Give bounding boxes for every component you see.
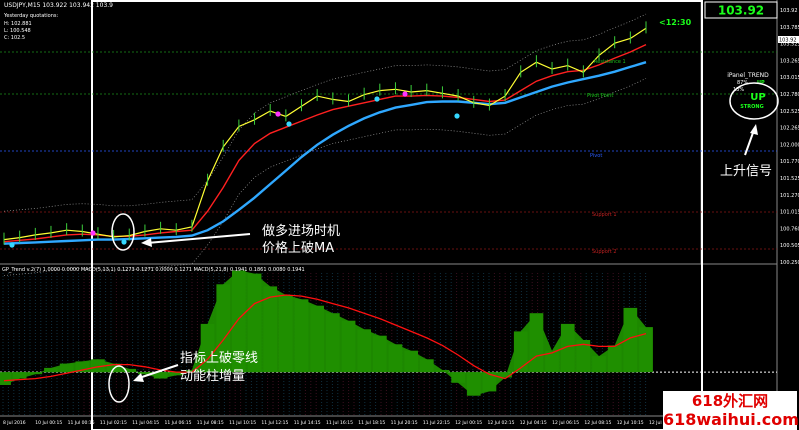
macd-bar [310, 305, 324, 373]
time-tick-label: 11 Jul 02:15 [100, 420, 127, 426]
price-tick-label: 103.265 [780, 58, 799, 64]
signal-dot [121, 239, 127, 245]
support2-label: Support 2 [592, 249, 617, 255]
macd-bar [607, 345, 622, 373]
pivot-label: Pivot [590, 153, 602, 159]
price-tick-label: 101.770 [780, 159, 799, 165]
macd-bar [279, 295, 293, 373]
time-tick-label: 11 Jul 10:15 [229, 420, 256, 426]
indicator-header: GP_Trend v.2(7) 1.0000 0.0000 MACD(5,13,… [2, 267, 305, 273]
macd-bar [592, 356, 606, 373]
time-tick-label: 11 Jul 14:15 [294, 420, 321, 426]
signal-dot [275, 111, 281, 117]
price-tick-label: 100.760 [780, 226, 799, 232]
yesterday-close: C: 102.5 [4, 35, 25, 41]
ipanel-strength: STRONG [740, 104, 763, 110]
signal-dot [90, 230, 96, 236]
time-tick-label: 12 Jul 04:15 [520, 420, 547, 426]
time-tick-label: 10 Jul 00:15 [35, 420, 62, 426]
rise-signal-label: 上升信号 [720, 164, 772, 179]
time-tick-label: 11 Jul 08:15 [197, 420, 224, 426]
indicator-label-2: 动能柱增量 [180, 369, 245, 384]
macd-bar [529, 313, 544, 373]
macd-bar [326, 313, 340, 373]
ipanel-up-signal: UP [750, 92, 765, 103]
time-tick-label: 11 Jul 16:15 [326, 420, 353, 426]
signal-dot [402, 91, 408, 97]
time-tick-label: 11 Jul 04:15 [132, 420, 159, 426]
price-marker-label: 103.92 [779, 38, 797, 44]
signal-dot [374, 96, 380, 102]
bar-countdown: <12:30 [659, 18, 692, 27]
price-tick-label: 103.015 [780, 75, 799, 81]
price-tick-label: 102.780 [780, 92, 799, 98]
resistance1-label: Resistance 1 [594, 59, 626, 65]
time-tick-label: 12 Jul 02:15 [488, 420, 515, 426]
time-tick-label: 11 Jul 12:15 [261, 420, 288, 426]
yesterday-low: L: 100.548 [4, 28, 31, 34]
macd-bar [404, 350, 418, 373]
watermark-line1: 618外汇网 [663, 391, 797, 411]
macd-bar [388, 344, 403, 373]
price-tick-label: 101.525 [780, 176, 799, 182]
yesterday-label: Yesterday quotations: [3, 13, 58, 19]
macd-bar [466, 372, 481, 396]
price-tick-label: 102.000 [780, 142, 799, 148]
support1-label: Support 1 [592, 212, 617, 218]
macd-bar [44, 367, 58, 373]
time-tick-label: 12 Jul 06:15 [552, 420, 579, 426]
entry-label-1: 做多进场时机 [262, 223, 340, 239]
macd-bar [28, 372, 43, 375]
macd-bar [341, 320, 356, 373]
macd-bar [12, 372, 27, 379]
macd-bar [59, 363, 74, 373]
chart-canvas: 103.92103.785103.525103.265103.015102.78… [0, 0, 799, 430]
signal-dot [286, 121, 292, 127]
time-tick-label: 12 Jul 10:15 [617, 420, 644, 426]
macd-bar [435, 370, 450, 373]
price-tick-label: 103.92 [780, 8, 798, 14]
signal-dot [454, 113, 460, 119]
yesterday-high: H: 102.881 [4, 21, 32, 27]
macd-bar [373, 335, 387, 373]
current-price: 103.92 [718, 4, 764, 18]
time-tick-label: 12 Jul 08:15 [584, 420, 611, 426]
time-tick-label: 11 Jul 06:15 [165, 420, 192, 426]
macd-bar [357, 329, 371, 373]
time-tick-label: 11 Jul 20:15 [391, 420, 418, 426]
indicator-label-1: 指标上破零线 [180, 351, 258, 366]
time-tick-label: 11 Jul 18:15 [358, 420, 385, 426]
watermark-line2: 618waihui.com [663, 409, 799, 430]
ipanel-title: iPanel_TREND [727, 72, 769, 79]
price-tick-label: 100.505 [780, 243, 799, 249]
symbol-title: USDJPY,M15 103.922 103.942 103.9 [4, 2, 113, 9]
price-tick-label: 103.785 [780, 25, 799, 31]
time-tick-label: 11 Jul 00:15 [68, 420, 95, 426]
time-tick-label: 8 Jul 2016 [3, 420, 26, 426]
entry-label-2: 价格上破MA [262, 240, 334, 256]
signal-dot [9, 242, 15, 248]
macd-bar [0, 372, 11, 385]
price-tick-label: 100.250 [780, 260, 799, 266]
price-tick-label: 102.265 [780, 126, 799, 132]
macd-bar [294, 299, 309, 373]
price-tick-label: 102.525 [780, 109, 799, 115]
time-tick-label: 12 Jul 00:15 [455, 420, 482, 426]
macd-bar [420, 359, 434, 373]
price-tick-label: 101.015 [780, 210, 799, 216]
time-tick-label: 11 Jul 22:15 [423, 420, 450, 426]
macd-bar [451, 372, 465, 383]
pivot-right-label: Pivot Point [587, 93, 613, 99]
macd-bar [513, 331, 528, 373]
price-tick-label: 101.270 [780, 193, 799, 199]
